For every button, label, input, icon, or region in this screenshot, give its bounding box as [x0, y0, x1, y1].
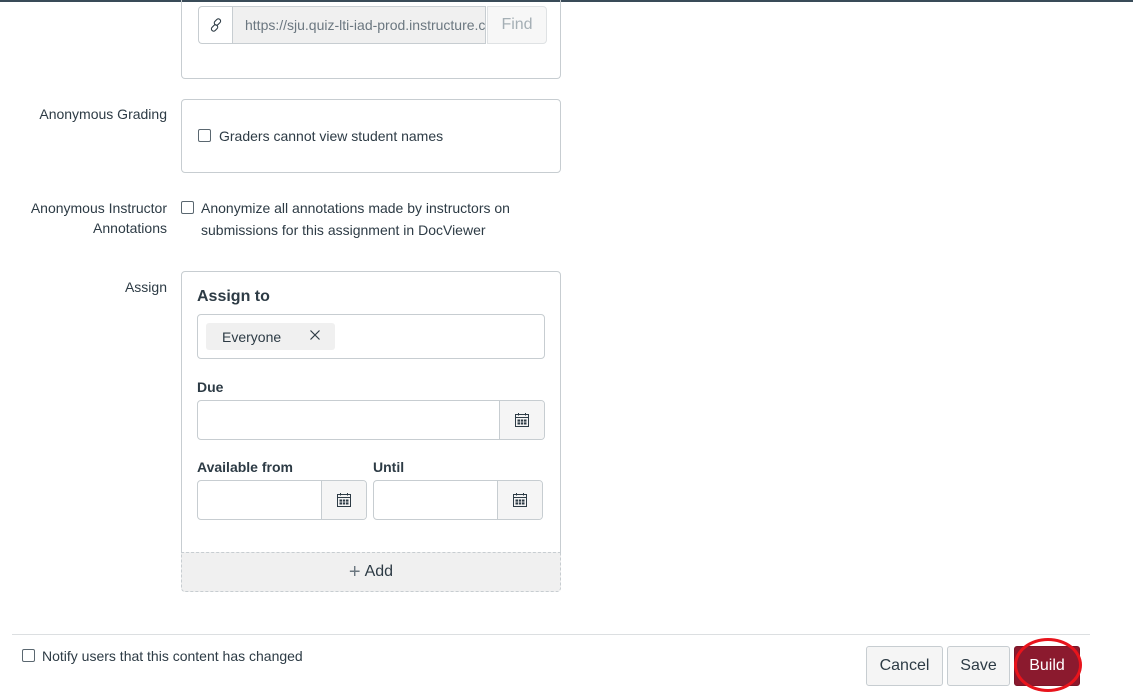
anonymous-grading-label: Anonymous Grading — [39, 106, 167, 122]
anonymous-annotations-label-line2: Annotations — [93, 220, 167, 236]
calendar-icon[interactable] — [321, 481, 366, 519]
close-icon[interactable] — [308, 328, 322, 345]
external-tool-panel: https://sju.quiz-lti-iad-prod.instructur… — [181, 0, 561, 79]
footer-divider — [12, 634, 1090, 635]
until-label: Until — [373, 459, 405, 475]
link-icon — [198, 6, 232, 44]
notify-checkbox[interactable] — [22, 649, 35, 662]
calendar-icon[interactable] — [499, 401, 544, 439]
save-button[interactable]: Save — [947, 646, 1010, 686]
assign-to-heading: Assign to — [197, 288, 270, 305]
anonymous-grading-box: Graders cannot view student names — [181, 99, 561, 173]
notify-option[interactable]: Notify users that this content has chang… — [22, 645, 303, 667]
assign-label: Assign — [124, 279, 167, 295]
add-label: Add — [364, 563, 394, 580]
anonymous-annotations-label-line1: Anonymous Instructor — [30, 200, 167, 216]
anonymous-annotations-checkbox[interactable] — [181, 201, 194, 214]
due-date-input[interactable] — [198, 401, 499, 439]
available-from-label: Available from — [197, 459, 293, 475]
url-input[interactable]: https://sju.quiz-lti-iad-prod.instructur… — [232, 6, 486, 44]
anonymous-grading-checkbox[interactable] — [198, 129, 211, 142]
notify-label: Notify users that this content has chang… — [42, 648, 303, 664]
plus-icon: + — [348, 560, 361, 583]
anonymous-annotations-option[interactable]: Anonymize all annotations made by instru… — [181, 197, 510, 241]
url-input-group: https://sju.quiz-lti-iad-prod.instructur… — [198, 6, 547, 44]
anonymous-annotations-line2: submissions for this assignment in DocVi… — [201, 222, 486, 238]
assign-to-input[interactable]: Everyone — [197, 314, 545, 359]
until-field[interactable] — [373, 480, 543, 520]
find-button[interactable]: Find — [487, 6, 547, 44]
due-date-field[interactable] — [197, 400, 545, 440]
available-from-field[interactable] — [197, 480, 367, 520]
calendar-icon[interactable] — [497, 481, 542, 519]
anonymous-annotations-label: Anonymous Instructor Annotations — [0, 198, 167, 238]
top-border — [0, 0, 1133, 2]
assignee-name: Everyone — [222, 328, 282, 345]
anonymous-annotations-line1: Anonymize all annotations made by instru… — [201, 200, 510, 216]
cancel-button[interactable]: Cancel — [866, 646, 943, 686]
available-from-input[interactable] — [198, 481, 321, 519]
anonymous-annotations-checkbox-label: Anonymize all annotations made by instru… — [201, 197, 510, 241]
due-label: Due — [197, 379, 224, 395]
anonymous-grading-checkbox-label: Graders cannot view student names — [219, 128, 444, 144]
anonymous-grading-option[interactable]: Graders cannot view student names — [198, 125, 443, 147]
add-assignment-button[interactable]: + Add — [181, 552, 561, 592]
build-button[interactable]: Build — [1014, 646, 1080, 686]
assign-card: Assign to Everyone Due Available from Un… — [181, 271, 561, 553]
assignee-pill[interactable]: Everyone — [206, 323, 335, 350]
until-input[interactable] — [374, 481, 497, 519]
